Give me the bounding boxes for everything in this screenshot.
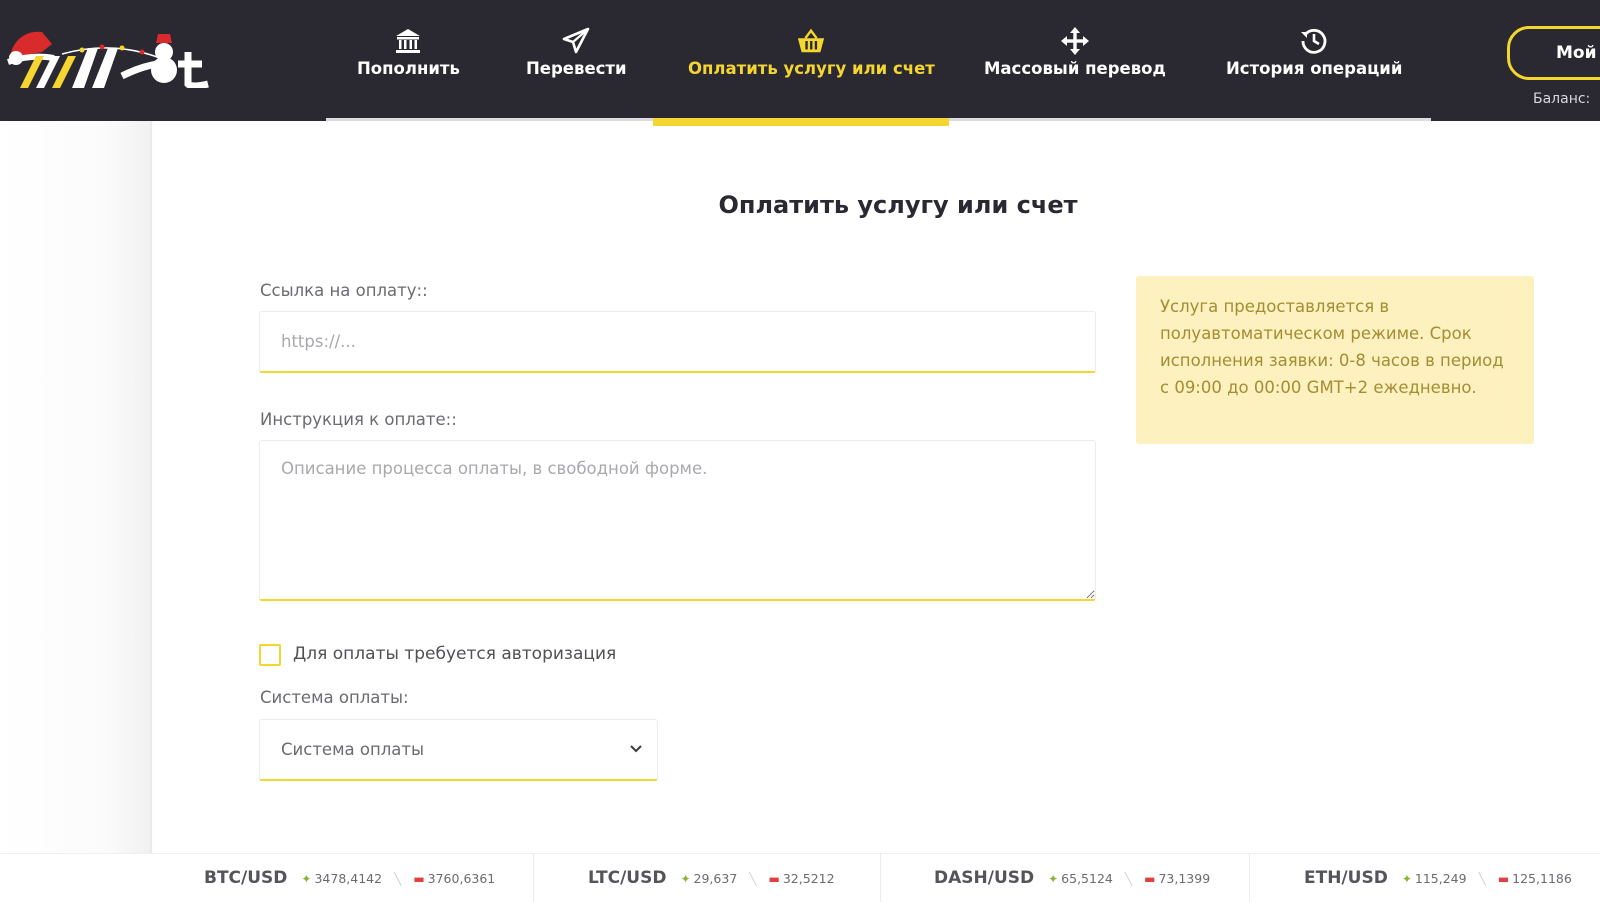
nav-mass-transfer-label: Массовый перевод [984, 59, 1166, 78]
payment-system-select[interactable]: Система оплаты [259, 719, 658, 781]
ticker-pair: DASH/USD [934, 868, 1035, 888]
ticker-pair: BTC/USD [204, 868, 288, 888]
ticker-item-btc: BTC/USD ✦ 3478,4142 ╲ ▬ 3760,6361 [204, 868, 495, 888]
divider-slash-icon: ╲ [1478, 872, 1486, 886]
ticker-sell: 32,5212 [782, 871, 835, 886]
page-title: Оплатить услугу или счет [718, 191, 1078, 219]
history-icon [1299, 26, 1329, 56]
ticker-buy: 65,5124 [1061, 871, 1113, 886]
nav-transfer-label: Перевести [526, 59, 627, 78]
divider-slash-icon: ╲ [1124, 872, 1133, 886]
arrow-up-icon: ✦ [1048, 872, 1059, 886]
ticker-pair: ETH/USD [1304, 868, 1388, 888]
payment-system-label: Система оплаты: [260, 688, 409, 707]
ticker-divider [533, 854, 534, 902]
payment-link-label: Ссылка на оплату:: [260, 281, 428, 300]
ticker-buy: 3478,4142 [314, 871, 383, 886]
nav-pay-service-label: Оплатить услугу или счет [688, 59, 935, 78]
service-info-text: Услуга предоставляется в полуавтоматичес… [1160, 297, 1504, 397]
ticker-item-ltc: LTC/USD ✦ 29,637 ╲ ▬ 32,5212 [588, 868, 835, 888]
top-header: Пополнить Перевести Оплатить услугу или … [0, 0, 1600, 121]
main-nav: Пополнить Перевести Оплатить услугу или … [330, 0, 1434, 121]
ticker-sell: 73,1399 [1158, 871, 1211, 886]
nav-deposit-label: Пополнить [357, 59, 460, 78]
divider-slash-icon: ╲ [749, 872, 757, 886]
ticker-sell: 3760,6361 [427, 871, 496, 886]
chevron-down-icon [630, 745, 642, 753]
auth-required-label[interactable]: Для оплаты требуется авторизация [293, 644, 616, 664]
balance-label: Баланс: [1533, 91, 1591, 107]
bank-icon [393, 26, 423, 56]
ticker-buy: 115,249 [1414, 871, 1467, 886]
nav-mass-transfer[interactable]: Массовый перевод [984, 26, 1166, 86]
nav-history[interactable]: История операций [1226, 26, 1402, 86]
arrow-down-icon: ▬ [1144, 872, 1156, 886]
left-sidebar-area [0, 121, 152, 853]
arrows-move-icon [1060, 26, 1090, 56]
payment-link-input[interactable] [259, 311, 1096, 373]
wallet-logo[interactable] [2, 18, 214, 88]
arrow-down-icon: ▬ [413, 872, 425, 886]
account-button[interactable]: Мой [1507, 26, 1600, 80]
nav-transfer[interactable]: Перевести [526, 26, 627, 86]
paper-plane-icon [561, 26, 591, 56]
ticker-sell: 125,1186 [1512, 871, 1572, 886]
nav-deposit[interactable]: Пополнить [357, 26, 460, 86]
ticker-pair: LTC/USD [588, 868, 667, 888]
payment-system-selected: Система оплаты [281, 740, 425, 759]
nav-history-label: История операций [1226, 59, 1403, 78]
rates-ticker: BTC/USD ✦ 3478,4142 ╲ ▬ 3760,6361 LTC/US… [0, 853, 1600, 902]
ticker-item-dash: DASH/USD ✦ 65,5124 ╲ ▬ 73,1399 [934, 868, 1210, 888]
ticker-divider [880, 854, 881, 902]
auth-required-checkbox[interactable] [259, 644, 281, 666]
nav-pay-service[interactable]: Оплатить услугу или счет [688, 26, 935, 86]
payment-instruction-label: Инструкция к оплате:: [260, 410, 457, 429]
arrow-up-icon: ✦ [1401, 872, 1412, 886]
ticker-divider [1249, 854, 1250, 902]
ticker-item-eth: ETH/USD ✦ 115,249 ╲ ▬ 125,1186 [1304, 868, 1572, 888]
arrow-down-icon: ▬ [1497, 872, 1510, 886]
nav-active-indicator [653, 118, 949, 126]
content-shadow [150, 121, 154, 853]
arrow-up-icon: ✦ [680, 872, 691, 886]
arrow-down-icon: ▬ [768, 872, 780, 886]
ticker-buy: 29,637 [693, 871, 738, 886]
basket-icon [796, 26, 826, 56]
service-info-notice: Услуга предоставляется в полуавтоматичес… [1136, 276, 1534, 444]
divider-slash-icon: ╲ [394, 872, 402, 886]
payment-instruction-textarea[interactable] [259, 440, 1096, 601]
arrow-up-icon: ✦ [301, 872, 312, 886]
